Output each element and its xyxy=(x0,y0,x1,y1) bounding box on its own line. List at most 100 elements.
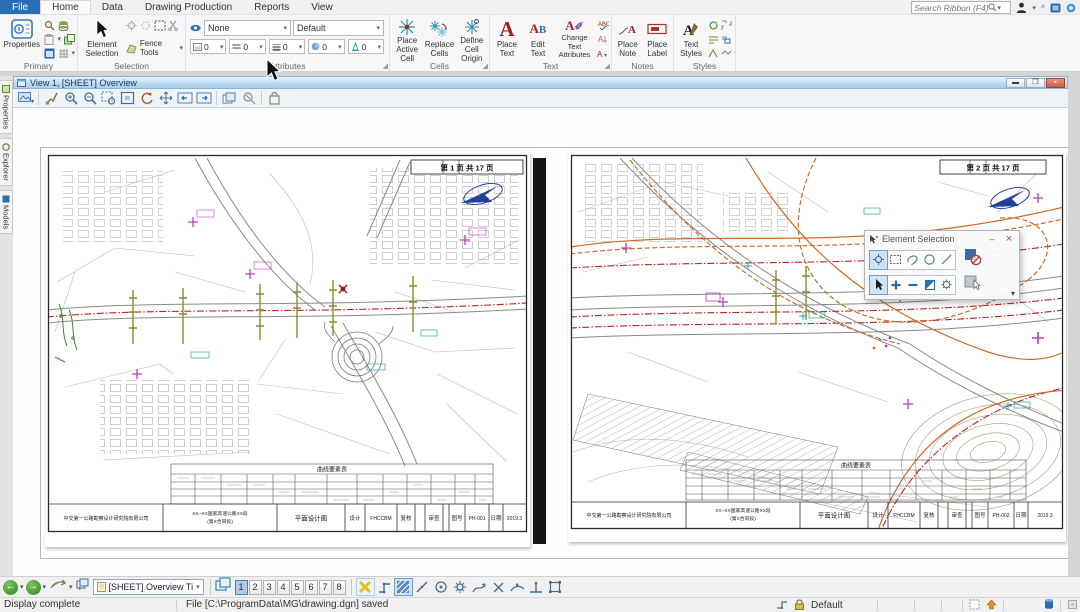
snap-mode-icon[interactable] xyxy=(776,599,788,612)
mode-invert-button[interactable] xyxy=(921,276,938,294)
view-next-dropdown-icon[interactable]: ▾ xyxy=(43,583,47,591)
rotate-view-icon[interactable] xyxy=(138,90,155,106)
active-transparency-select[interactable]: 0▾ xyxy=(308,39,344,54)
minimize-ribbon-icon[interactable]: ˄ xyxy=(1041,4,1045,11)
accusnap-toggle-icon[interactable] xyxy=(356,578,375,596)
snap-tangent-icon[interactable] xyxy=(508,578,527,596)
view-model-selector[interactable]: [SHEET] Overview Ti ▾ xyxy=(93,579,204,595)
mode-subtract-button[interactable] xyxy=(904,276,921,294)
window-icon[interactable] xyxy=(43,47,55,59)
view-display-style-icon[interactable]: ▾ xyxy=(17,90,34,106)
active-level-select[interactable]: Default▾ xyxy=(293,20,384,36)
attributes-dialog-launcher-icon[interactable]: ◢ xyxy=(383,62,388,70)
snap-perpendicular-icon[interactable] xyxy=(527,578,546,596)
search-input[interactable] xyxy=(914,3,988,13)
clip-volume-icon[interactable] xyxy=(240,90,257,106)
place-label-button[interactable]: Place Label xyxy=(644,17,672,60)
select-handles-button[interactable] xyxy=(964,274,982,295)
view-toggle-8[interactable]: 8 xyxy=(333,580,346,595)
mode-new-button[interactable] xyxy=(870,276,887,294)
spell-check-icon[interactable]: ABC xyxy=(597,19,609,31)
selection-set-icon[interactable] xyxy=(969,599,980,612)
tab-file[interactable]: File xyxy=(0,0,40,14)
select-none-icon[interactable] xyxy=(140,19,152,31)
sidebar-item-models[interactable]: Models xyxy=(0,190,13,234)
snap-keypoint-icon[interactable] xyxy=(375,578,394,596)
dialog-close-button[interactable]: × xyxy=(1002,233,1016,245)
grid-icon[interactable] xyxy=(57,47,69,59)
connect-icon[interactable] xyxy=(1050,3,1061,13)
sheet-page-1[interactable]: 曲线要素表 中交第一公路勘察设计研究院有限公司 XX~XX国家高速公路XX段 (… xyxy=(45,152,530,547)
snap-nearest-icon[interactable] xyxy=(394,578,413,596)
replace-cells-button[interactable]: Replace Cells xyxy=(424,17,454,60)
snap-midpoint-icon[interactable] xyxy=(413,578,432,596)
place-active-cell-button[interactable]: Place Active Cell xyxy=(392,17,422,60)
fit-view-icon[interactable] xyxy=(119,90,136,106)
pan-view-icon[interactable] xyxy=(157,90,174,106)
view-groups-icon[interactable] xyxy=(215,577,232,597)
style-settings-icon[interactable] xyxy=(708,47,719,59)
view-toggle-2[interactable]: 2 xyxy=(249,580,262,595)
snap-bisector-icon[interactable] xyxy=(470,578,489,596)
method-circle-button[interactable] xyxy=(921,251,938,269)
search-dropdown-icon[interactable]: ▾ xyxy=(997,4,1001,12)
level-display-icon[interactable] xyxy=(57,19,69,31)
zoom-out-icon[interactable] xyxy=(81,90,98,106)
define-cell-origin-button[interactable]: Define Cell Origin xyxy=(457,17,487,60)
zoom-in-icon[interactable] xyxy=(62,90,79,106)
view-previous-dropdown-icon[interactable]: ▾ xyxy=(20,583,24,591)
fence-tools-dropdown-icon[interactable]: ▾ xyxy=(179,44,183,52)
previous-model-icon[interactable] xyxy=(76,578,90,596)
sidebar-item-explorer[interactable]: Explorer xyxy=(0,138,13,186)
view-title-bar[interactable]: View 1, [SHEET] Overview ▬ ❐ ▪ xyxy=(13,76,1068,89)
help-icon[interactable] xyxy=(1066,3,1076,13)
snap-center-icon[interactable] xyxy=(432,578,451,596)
place-note-button[interactable]: A Place Note xyxy=(614,17,642,60)
sheet-navigation-dropdown-icon[interactable]: ▾ xyxy=(69,583,73,591)
method-line-button[interactable] xyxy=(938,251,955,269)
text-dialog-launcher-icon[interactable]: ◢ xyxy=(605,62,610,70)
user-icon[interactable] xyxy=(1016,2,1027,13)
snap-multi-point-icon[interactable] xyxy=(546,578,565,596)
dialog-expand-icon[interactable]: ▾ xyxy=(1011,289,1015,298)
view-previous-icon[interactable] xyxy=(176,90,193,106)
design-history-icon[interactable] xyxy=(986,599,997,612)
sheet-navigation-icon[interactable] xyxy=(50,578,67,596)
mode-select-all-button[interactable] xyxy=(938,276,955,294)
cells-dialog-launcher-icon[interactable]: ◢ xyxy=(483,62,488,70)
view-toggle-5[interactable]: 5 xyxy=(291,580,304,595)
text-styles-button[interactable]: A Text Styles xyxy=(676,17,706,60)
active-priority-select[interactable]: 0▾ xyxy=(348,39,384,54)
sidebar-item-properties[interactable]: Properties xyxy=(0,80,13,134)
text-glyphs-icon[interactable]: A xyxy=(597,33,609,45)
ribbon-search[interactable]: ▾ xyxy=(911,1,1011,14)
models-cascade-icon[interactable] xyxy=(63,33,75,45)
view-toggle-3[interactable]: 3 xyxy=(263,580,276,595)
locks-icon[interactable] xyxy=(794,599,805,612)
snap-origin-icon[interactable] xyxy=(451,578,470,596)
view-toggle-4[interactable]: 4 xyxy=(277,580,290,595)
clip-mask-icon[interactable] xyxy=(266,90,283,106)
snap-intersection-icon[interactable] xyxy=(489,578,508,596)
clipboard-icon[interactable] xyxy=(43,33,55,45)
view-next-button[interactable]: → xyxy=(26,580,41,595)
drawing-canvas[interactable]: 曲线要素表 中交第一公路勘察设计研究院有限公司 XX~XX国家高速公路XX段 (… xyxy=(13,108,1068,576)
dimension-styles-icon[interactable] xyxy=(708,19,719,31)
sheet-page-2[interactable]: 曲线要素表 中交第一公路勘察设计研究院有限公司 XX~XX国家高速公路XX段 (… xyxy=(568,152,1066,542)
view-toggle-1[interactable]: 1 xyxy=(235,580,248,595)
tab-home[interactable]: Home xyxy=(40,0,91,14)
element-selection-dialog-titlebar[interactable]: Element Selection – × xyxy=(865,231,1019,247)
fence-tools-button[interactable]: Fence Tools xyxy=(140,39,178,57)
place-text-button[interactable]: A Place Text xyxy=(492,17,522,60)
element-styles-icon[interactable] xyxy=(721,19,732,31)
view-minimize-button[interactable]: ▬ xyxy=(1006,78,1025,88)
select-all-icon[interactable] xyxy=(126,19,138,31)
edit-text-button[interactable]: AB Edit Text xyxy=(524,17,552,60)
active-element-template-select[interactable]: None▾ xyxy=(204,20,291,36)
grid-dropdown-icon[interactable]: ▾ xyxy=(71,49,75,57)
properties-button[interactable]: Properties xyxy=(2,17,41,60)
method-block-button[interactable] xyxy=(887,251,904,269)
view-close-button[interactable]: ▪ xyxy=(1046,78,1065,88)
drop-marker-icon[interactable]: A▾ xyxy=(597,47,609,59)
active-model-name[interactable]: Default xyxy=(811,600,871,611)
